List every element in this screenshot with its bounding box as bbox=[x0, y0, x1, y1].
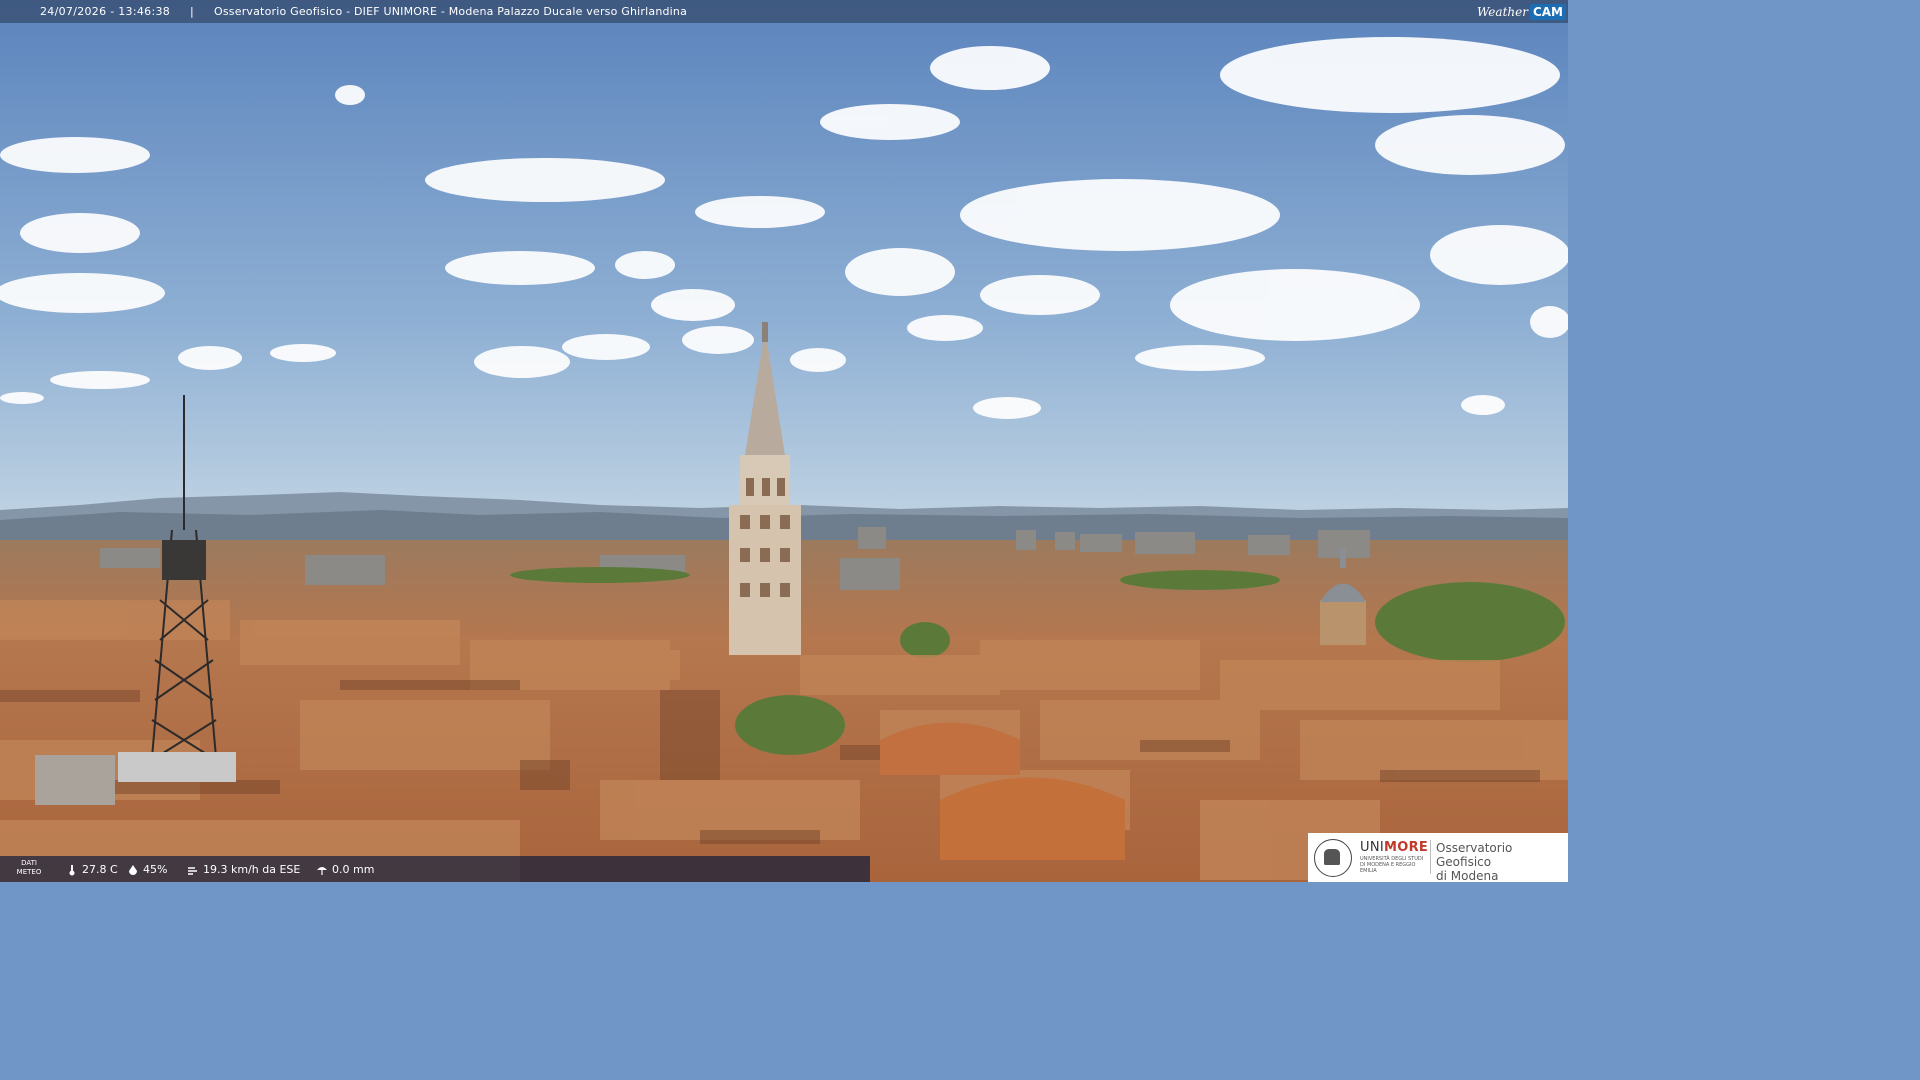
weather-data-label: DATI METEO bbox=[16, 859, 42, 876]
university-seal-icon bbox=[1314, 839, 1352, 877]
camera-title: Osservatorio Geofisico - DIEF UNIMORE - … bbox=[214, 5, 688, 18]
wind-value: 19.3 km/h da ESE bbox=[203, 863, 301, 876]
header-bar: 24/07/2026 - 13:46:38 | Osservatorio Geo… bbox=[0, 0, 1568, 23]
webcam-image bbox=[0, 0, 1568, 882]
observatory-name: Osservatorio Geofisico di Modena bbox=[1436, 841, 1513, 883]
rain-value: 0.0 mm bbox=[332, 863, 375, 876]
temperature-value: 27.8 C bbox=[82, 863, 118, 876]
humidity-value: 45% bbox=[143, 863, 168, 876]
weather-data-bar: DATI METEO 27.8 C 45% 19.3 km/h da ESE 0… bbox=[0, 856, 870, 882]
brand-weather-text: Weather bbox=[1476, 4, 1528, 19]
humidity-icon bbox=[129, 864, 137, 875]
wind-metric: 19.3 km/h da ESE bbox=[187, 863, 300, 876]
weathercam-logo: Weather CAM bbox=[1477, 2, 1566, 21]
logo-divider bbox=[1430, 840, 1431, 874]
unimore-logo: UNIMORE UNIVERSITÀ DEGLI STUDI DI MODENA… bbox=[1308, 833, 1568, 883]
rain-metric: 0.0 mm bbox=[316, 863, 374, 876]
temperature-metric: 27.8 C bbox=[66, 863, 118, 876]
humidity-metric: 45% bbox=[127, 863, 167, 876]
rain-icon bbox=[317, 866, 327, 875]
thermometer-icon bbox=[69, 864, 75, 875]
wind-icon bbox=[188, 866, 197, 875]
timestamp: 24/07/2026 - 13:46:38 bbox=[40, 5, 171, 18]
unimore-wordmark: UNIMORE bbox=[1360, 840, 1429, 855]
header-separator: | bbox=[190, 5, 194, 18]
brand-cam-text: CAM bbox=[1529, 3, 1566, 20]
unimore-subtitle: UNIVERSITÀ DEGLI STUDI DI MODENA E REGGI… bbox=[1360, 856, 1424, 874]
